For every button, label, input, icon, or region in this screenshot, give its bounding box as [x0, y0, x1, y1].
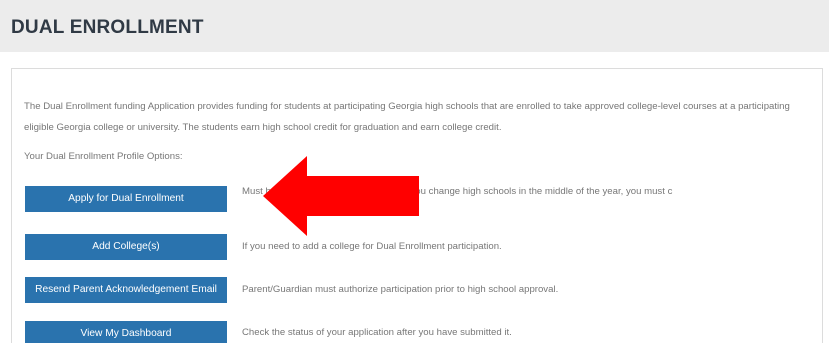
page: DUAL ENROLLMENT The Dual Enrollment fund… [0, 0, 829, 343]
options-heading: Your Dual Enrollment Profile Options: [24, 151, 183, 162]
add-colleges-button[interactable]: Add College(s) [25, 234, 227, 260]
title-bar: DUAL ENROLLMENT [0, 0, 829, 52]
add-colleges-description: If you need to add a college for Dual En… [242, 241, 502, 252]
intro-text: The Dual Enrollment funding Application … [24, 101, 790, 133]
apply-for-dual-enrollment-button[interactable]: Apply for Dual Enrollment [25, 186, 227, 212]
resend-email-description: Parent/Guardian must authorize participa… [242, 284, 559, 295]
red-arrow-left-icon [263, 156, 419, 236]
view-dashboard-description: Check the status of your application aft… [242, 327, 512, 338]
resend-parent-acknowledgement-email-button[interactable]: Resend Parent Acknowledgement Email [25, 277, 227, 303]
view-my-dashboard-button[interactable]: View My Dashboard [25, 321, 227, 343]
page-title: DUAL ENROLLMENT [11, 17, 204, 38]
